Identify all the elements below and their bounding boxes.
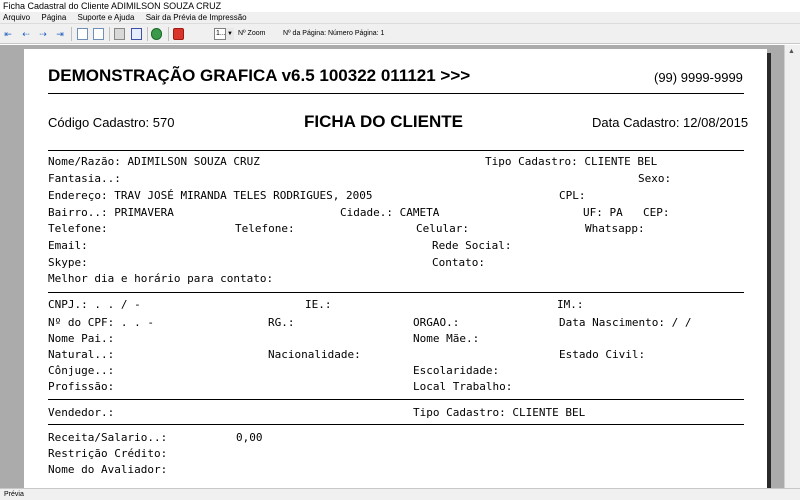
menu-arquivo[interactable]: Arquivo [3, 13, 30, 22]
company-phone: (99) 9999-9999 [654, 70, 743, 85]
scroll-up-icon[interactable]: ▲ [788, 48, 795, 55]
window-title-bar: Ficha Cadastral do Cliente ADIMILSON SOU… [0, 0, 800, 12]
toolbar-separator [109, 27, 110, 41]
chevron-down-icon[interactable]: ▼ [225, 28, 234, 40]
field-local-trabalho: Local Trabalho: [413, 380, 513, 393]
field-nome-pai: Nome Pai.: [48, 332, 115, 345]
field-rede-social: Rede Social: [432, 239, 512, 252]
field-email: Email: [48, 239, 88, 252]
close-preview-icon[interactable] [173, 28, 184, 40]
field-data-nascimento: Data Nascimento: / / [559, 316, 692, 329]
previous-page-icon[interactable]: ⇠ [21, 28, 31, 40]
field-receita-salario: Receita/Salario..: [48, 431, 168, 444]
field-cpf: Nº do CPF: . . - [48, 316, 154, 329]
ficha-title: FICHA DO CLIENTE [304, 112, 463, 131]
field-telefone-2: Telefone: [235, 222, 295, 235]
divider [48, 150, 744, 151]
zoom-label: Nº Zoom [238, 30, 266, 37]
vertical-scrollbar[interactable]: ▲ [784, 45, 800, 488]
field-cpl: CPL: [559, 189, 586, 202]
field-telefone-1: Telefone: [48, 222, 108, 235]
field-cep: CEP: [643, 206, 670, 219]
field-tipo-cadastro-2: Tipo Cadastro: CLIENTE BEL [413, 406, 586, 419]
field-cnpj: CNPJ.: . . / - [48, 298, 141, 311]
field-endereco: Endereço: TRAV JOSÉ MIRANDA TELES RODRIG… [48, 189, 373, 202]
field-fantasia: Fantasia..: [48, 172, 121, 185]
menu-pagina[interactable]: Página [41, 13, 66, 22]
field-estado-civil: Estado Civil: [559, 348, 646, 361]
divider [48, 292, 744, 293]
field-whatsapp: Whatsapp: [585, 222, 645, 235]
menu-bar: Arquivo Página Suporte e Ajuda Sair da P… [0, 12, 800, 24]
divider [48, 399, 744, 400]
toolbar-separator [168, 27, 169, 41]
single-page-icon[interactable] [77, 28, 88, 40]
field-cidade: Cidade.: CAMETA [340, 206, 440, 219]
field-receita-valor: 0,00 [236, 431, 263, 444]
field-conjuge: Cônjuge..: [48, 364, 115, 377]
next-page-icon[interactable]: ⇢ [38, 28, 48, 40]
preview-workspace: DEMONSTRAÇÃO GRAFICA v6.5 100322 011121 … [0, 45, 800, 488]
data-cadastro: Data Cadastro: 12/08/2015 [592, 115, 749, 130]
toolbar-separator [147, 27, 148, 41]
report-page: DEMONSTRAÇÃO GRAFICA v6.5 100322 011121 … [24, 49, 767, 488]
field-nome: Nome/Razão: ADIMILSON SOUZA CRUZ [48, 155, 260, 168]
report-title: DEMONSTRAÇÃO GRAFICA v6.5 100322 011121 … [48, 66, 471, 85]
field-bairro: Bairro..: PRIMAVERA [48, 206, 174, 219]
menu-sair-previa[interactable]: Sair da Prévia de Impressão [146, 13, 247, 22]
first-page-icon[interactable]: ⇤ [3, 28, 13, 40]
field-uf: UF: PA [583, 206, 623, 219]
field-profissao: Profissão: [48, 380, 115, 393]
divider [48, 93, 744, 94]
field-ie: IE.: [305, 298, 332, 311]
codigo-cadastro: Código Cadastro: 570 [48, 115, 175, 130]
two-pages-icon[interactable] [93, 28, 104, 40]
field-celular: Celular: [416, 222, 469, 235]
print-icon[interactable] [114, 28, 125, 40]
field-nome-mae: Nome Mãe.: [413, 332, 480, 345]
field-vendedor: Vendedor.: [48, 406, 115, 419]
field-restricao-credito: Restrição Crédito: [48, 447, 168, 460]
field-escolaridade: Escolaridade: [413, 364, 500, 377]
field-sexo: Sexo: [638, 172, 672, 185]
toolbar: ⇤ ⇠ ⇢ ⇥ 1... ▼ Nº Zoom Nº da Página: Núm… [0, 24, 800, 44]
field-contato: Contato: [432, 256, 485, 269]
field-nacionalidade: Nacionalidade: [268, 348, 361, 361]
window-title: Ficha Cadastral do Cliente ADIMILSON SOU… [3, 1, 222, 11]
toolbar-separator [71, 27, 72, 41]
status-bar: Prévia [0, 488, 800, 500]
field-melhor-dia: Melhor dia e horário para contato: [48, 272, 274, 285]
field-orgao: ORGAO.: [413, 316, 460, 329]
field-skype: Skype: [48, 256, 88, 269]
field-tipo-cadastro: Tipo Cadastro: CLIENTE BEL [485, 155, 658, 168]
field-natural: Natural..: [48, 348, 115, 361]
field-rg: RG.: [268, 316, 295, 329]
field-im: IM.: [557, 298, 584, 311]
field-nome-avaliador: Nome do Avaliador: [48, 463, 168, 476]
page-setup-icon[interactable] [131, 28, 142, 40]
page-number-label: Nº da Página: Número Página: 1 [283, 30, 385, 37]
divider [48, 424, 744, 425]
menu-suporte-ajuda[interactable]: Suporte e Ajuda [78, 13, 135, 22]
export-icon[interactable] [151, 28, 162, 40]
last-page-icon[interactable]: ⇥ [55, 28, 65, 40]
status-text: Prévia [4, 491, 24, 498]
